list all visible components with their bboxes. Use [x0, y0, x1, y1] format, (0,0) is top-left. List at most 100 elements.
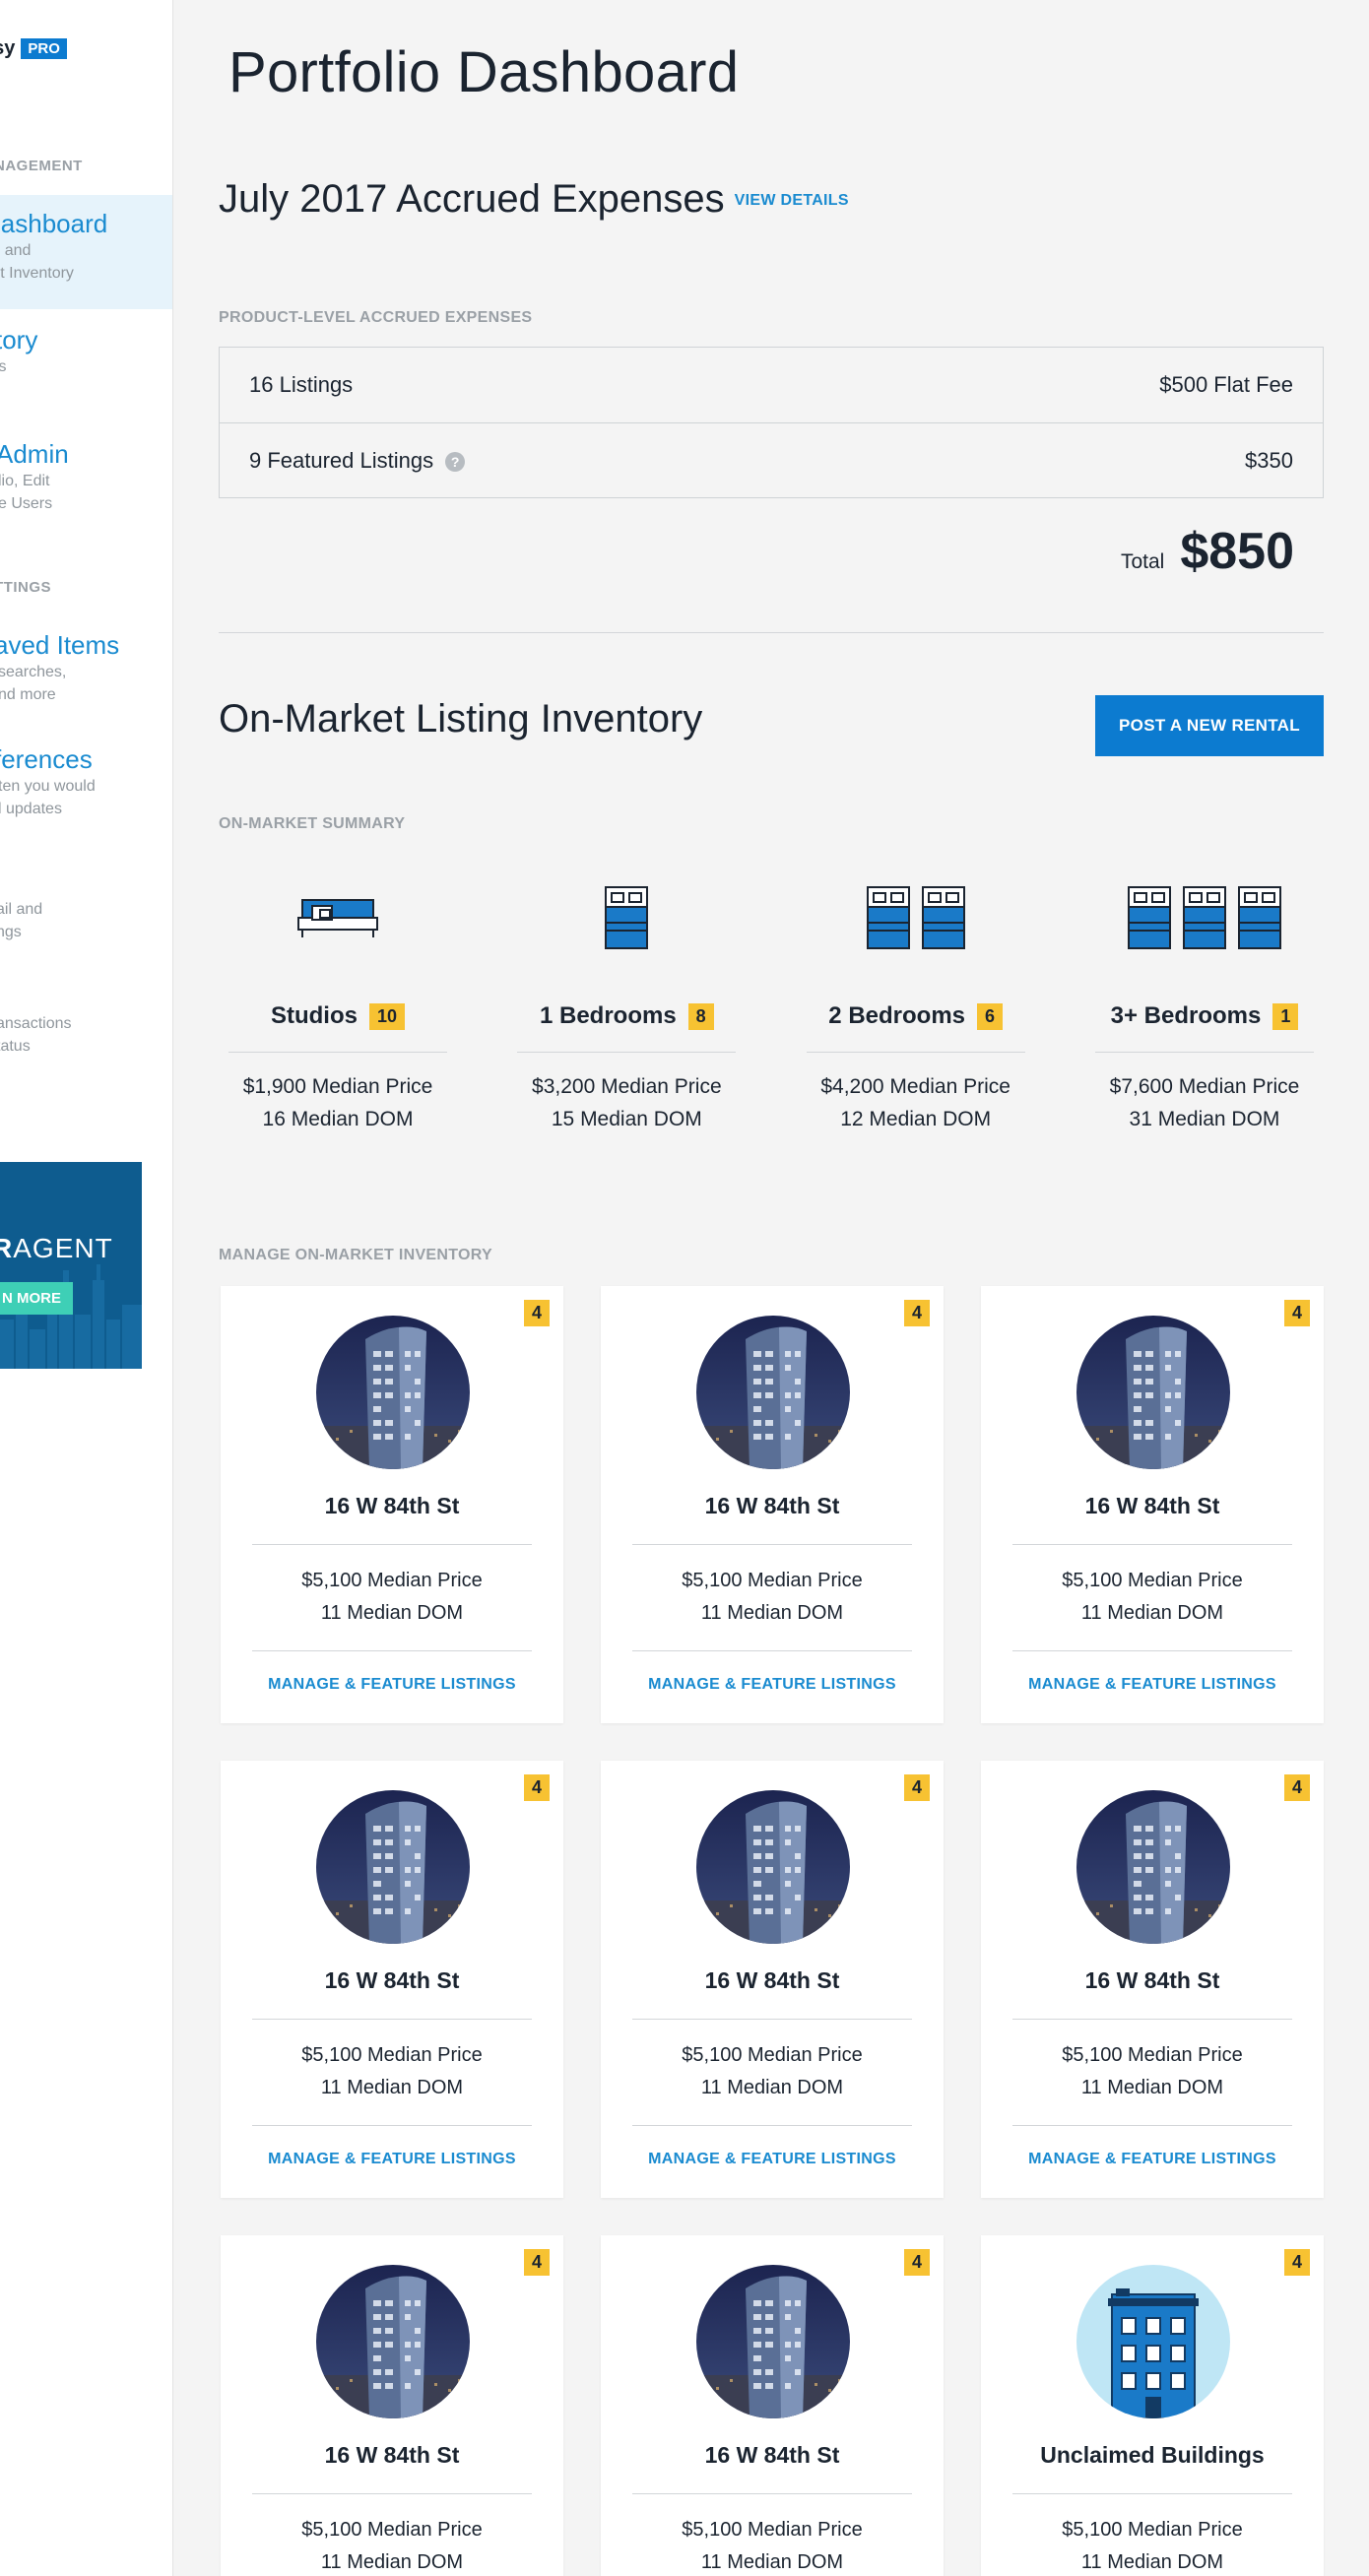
card-divider — [1012, 1650, 1292, 1651]
view-details-link[interactable]: VIEW DETAILS — [735, 192, 849, 209]
card-divider — [252, 1650, 532, 1651]
median-dom: 11 Median DOM — [320, 1602, 464, 1624]
inventory-card[interactable]: 4 16 W 84th St $5,100 Median Price 11 Medi… — [981, 1286, 1324, 1723]
building-illustration-icon — [1076, 2265, 1230, 2418]
median-dom: 11 Median DOM — [700, 1602, 844, 1624]
listing-count-badge: 4 — [1283, 1774, 1310, 1801]
sidebar-item-notifications[interactable]: ail and ngs — [0, 898, 42, 943]
count-badge: 8 — [687, 1002, 714, 1030]
sidebar-item-label: aved Items — [0, 630, 120, 660]
inventory-card[interactable]: 4 16 W 84th St $5,100 Median Price 11 Medi… — [601, 2235, 944, 2576]
sidebar-section-settings: TTINGS — [0, 579, 51, 596]
summary-head: 3+ Bedrooms 1 — [1095, 997, 1314, 1036]
median-price: $5,100 Median Price — [301, 1570, 483, 1591]
total-value: $850 — [1180, 523, 1294, 580]
expense-label-wrap: 9 Featured Listings? — [249, 448, 466, 474]
inventory-card[interactable]: 4 16 W 84th St $5,100 Median Price 11 Medi… — [221, 1286, 563, 1723]
card-divider — [632, 2493, 912, 2494]
building-name[interactable]: 16 W 84th St — [981, 1493, 1324, 1519]
expense-label: 16 Listings — [249, 372, 354, 397]
building-name[interactable]: 16 W 84th St — [601, 2442, 944, 2469]
card-divider — [1012, 2493, 1292, 2494]
building-name[interactable]: Unclaimed Buildings — [981, 2442, 1324, 2469]
card-divider — [1012, 2125, 1292, 2126]
sidebar-item-history[interactable]: story ices — [0, 325, 172, 378]
manage-feature-listings-link[interactable]: MANAGE & FEATURE LISTINGS — [981, 2151, 1324, 2168]
promo-banner[interactable]: RAGENT N MORE — [0, 1162, 142, 1369]
inventory-card[interactable]: 4 16 W 84th St $5,100 Median Price 11 Medi… — [221, 2235, 563, 2576]
summary-price: $3,200 Median Price — [532, 1075, 722, 1098]
manage-feature-listings-link[interactable]: MANAGE & FEATURE LISTINGS — [981, 1676, 1324, 1694]
summary-divider — [517, 1052, 737, 1053]
card-divider — [252, 2493, 532, 2494]
building-avatar[interactable] — [696, 1790, 850, 1944]
summary-price: $1,900 Median Price — [242, 1075, 433, 1098]
inventory-card[interactable]: 4 16 W 84th St $5,100 Median Price 11 Medi… — [221, 1761, 563, 2198]
summary-dom: 15 Median DOM — [551, 1108, 702, 1130]
brand-logo[interactable]: asy PRO — [0, 37, 67, 60]
pro-badge: PRO — [21, 38, 67, 59]
sidebar-item-desc: tatus — [0, 1038, 31, 1055]
median-price: $5,100 Median Price — [1062, 2044, 1243, 2066]
summary-dom: 31 Median DOM — [1129, 1108, 1280, 1130]
building-avatar[interactable] — [316, 2265, 470, 2418]
sidebar-item-desc: ail and — [0, 901, 43, 918]
listing-count-badge: 4 — [1283, 1300, 1310, 1326]
manage-feature-listings-link[interactable]: MANAGE & FEATURE LISTINGS — [601, 1676, 944, 1694]
building-photo — [316, 1790, 470, 1944]
inventory-card[interactable]: 4 16 W 84th St $5,100 Median Price 11 Medi… — [981, 1761, 1324, 2198]
inventory-card[interactable]: 4 Unclaimed Buildings $5,100 Median Price… — [981, 2235, 1324, 2576]
building-avatar[interactable] — [696, 1316, 850, 1469]
building-name[interactable]: 16 W 84th St — [601, 1493, 944, 1519]
sidebar-item-dashboard[interactable]: Dashboard ge, and rket Inventory — [0, 195, 172, 309]
building-photo — [316, 2265, 470, 2418]
card-divider — [1012, 1544, 1292, 1545]
sidebar-item-transactions[interactable]: ansactions tatus — [0, 1012, 72, 1058]
page-title: Portfolio Dashboard — [228, 40, 740, 104]
card-divider — [632, 1650, 912, 1651]
building-avatar[interactable] — [316, 1790, 470, 1944]
listing-count-badge: 4 — [1283, 2249, 1310, 2276]
summary-label: 3+ Bedrooms — [1110, 1002, 1262, 1029]
building-avatar[interactable] — [696, 2265, 850, 2418]
sidebar-item-saved-items[interactable]: aved Items searches, nd more — [0, 630, 172, 706]
manage-feature-listings-link[interactable]: MANAGE & FEATURE LISTINGS — [601, 2151, 944, 2168]
building-avatar[interactable] — [1076, 1316, 1230, 1469]
building-name[interactable]: 16 W 84th St — [221, 1493, 563, 1519]
sidebar-item-preferences[interactable]: ferences ten you would l updates — [0, 744, 172, 820]
count-badge: 1 — [1272, 1002, 1299, 1030]
building-name[interactable]: 16 W 84th St — [221, 2442, 563, 2469]
building-avatar[interactable] — [316, 1316, 470, 1469]
inventory-card[interactable]: 4 16 W 84th St $5,100 Median Price 11 Medi… — [601, 1761, 944, 2198]
learn-more-button[interactable]: N MORE — [0, 1282, 73, 1315]
card-divider — [252, 2125, 532, 2126]
sidebar-item-desc: e Users — [0, 495, 53, 512]
building-name[interactable]: 16 W 84th St — [981, 1967, 1324, 1994]
listing-count-badge: 4 — [523, 1774, 550, 1801]
median-dom: 11 Median DOM — [700, 2077, 844, 2098]
sidebar-section-management: NAGEMENT — [0, 158, 83, 174]
listing-count-badge: 4 — [903, 1774, 930, 1801]
sidebar-item-desc: ten you would — [0, 778, 96, 795]
median-price: $5,100 Median Price — [301, 2519, 483, 2541]
skyline-illustration — [0, 1264, 142, 1369]
summary-dom: 12 Median DOM — [840, 1108, 992, 1130]
summary-head: 2 Bedrooms 6 — [807, 997, 1025, 1036]
manage-feature-listings-link[interactable]: MANAGE & FEATURE LISTINGS — [221, 1676, 563, 1694]
building-name[interactable]: 16 W 84th St — [601, 1967, 944, 1994]
three-beds-icon — [1095, 876, 1314, 959]
inventory-card[interactable]: 4 16 W 84th St $5,100 Median Price 11 Medi… — [601, 1286, 944, 1723]
summary-divider — [228, 1052, 447, 1053]
manage-feature-listings-link[interactable]: MANAGE & FEATURE LISTINGS — [221, 2151, 563, 2168]
help-icon[interactable]: ? — [445, 451, 466, 472]
sidebar-item-admin[interactable]: Admin lio, Edit e Users — [0, 439, 172, 515]
expenses-title: July 2017 Accrued Expenses — [219, 177, 725, 221]
two-beds-icon — [807, 876, 1025, 959]
expense-row: 9 Featured Listings? $350 — [220, 422, 1323, 497]
building-avatar[interactable] — [1076, 1790, 1230, 1944]
post-new-rental-button[interactable]: POST A NEW RENTAL — [1095, 695, 1324, 756]
building-avatar[interactable] — [1076, 2265, 1230, 2418]
summary-head: Studios 10 — [228, 997, 447, 1036]
median-price: $5,100 Median Price — [301, 2044, 483, 2066]
building-name[interactable]: 16 W 84th St — [221, 1967, 563, 1994]
